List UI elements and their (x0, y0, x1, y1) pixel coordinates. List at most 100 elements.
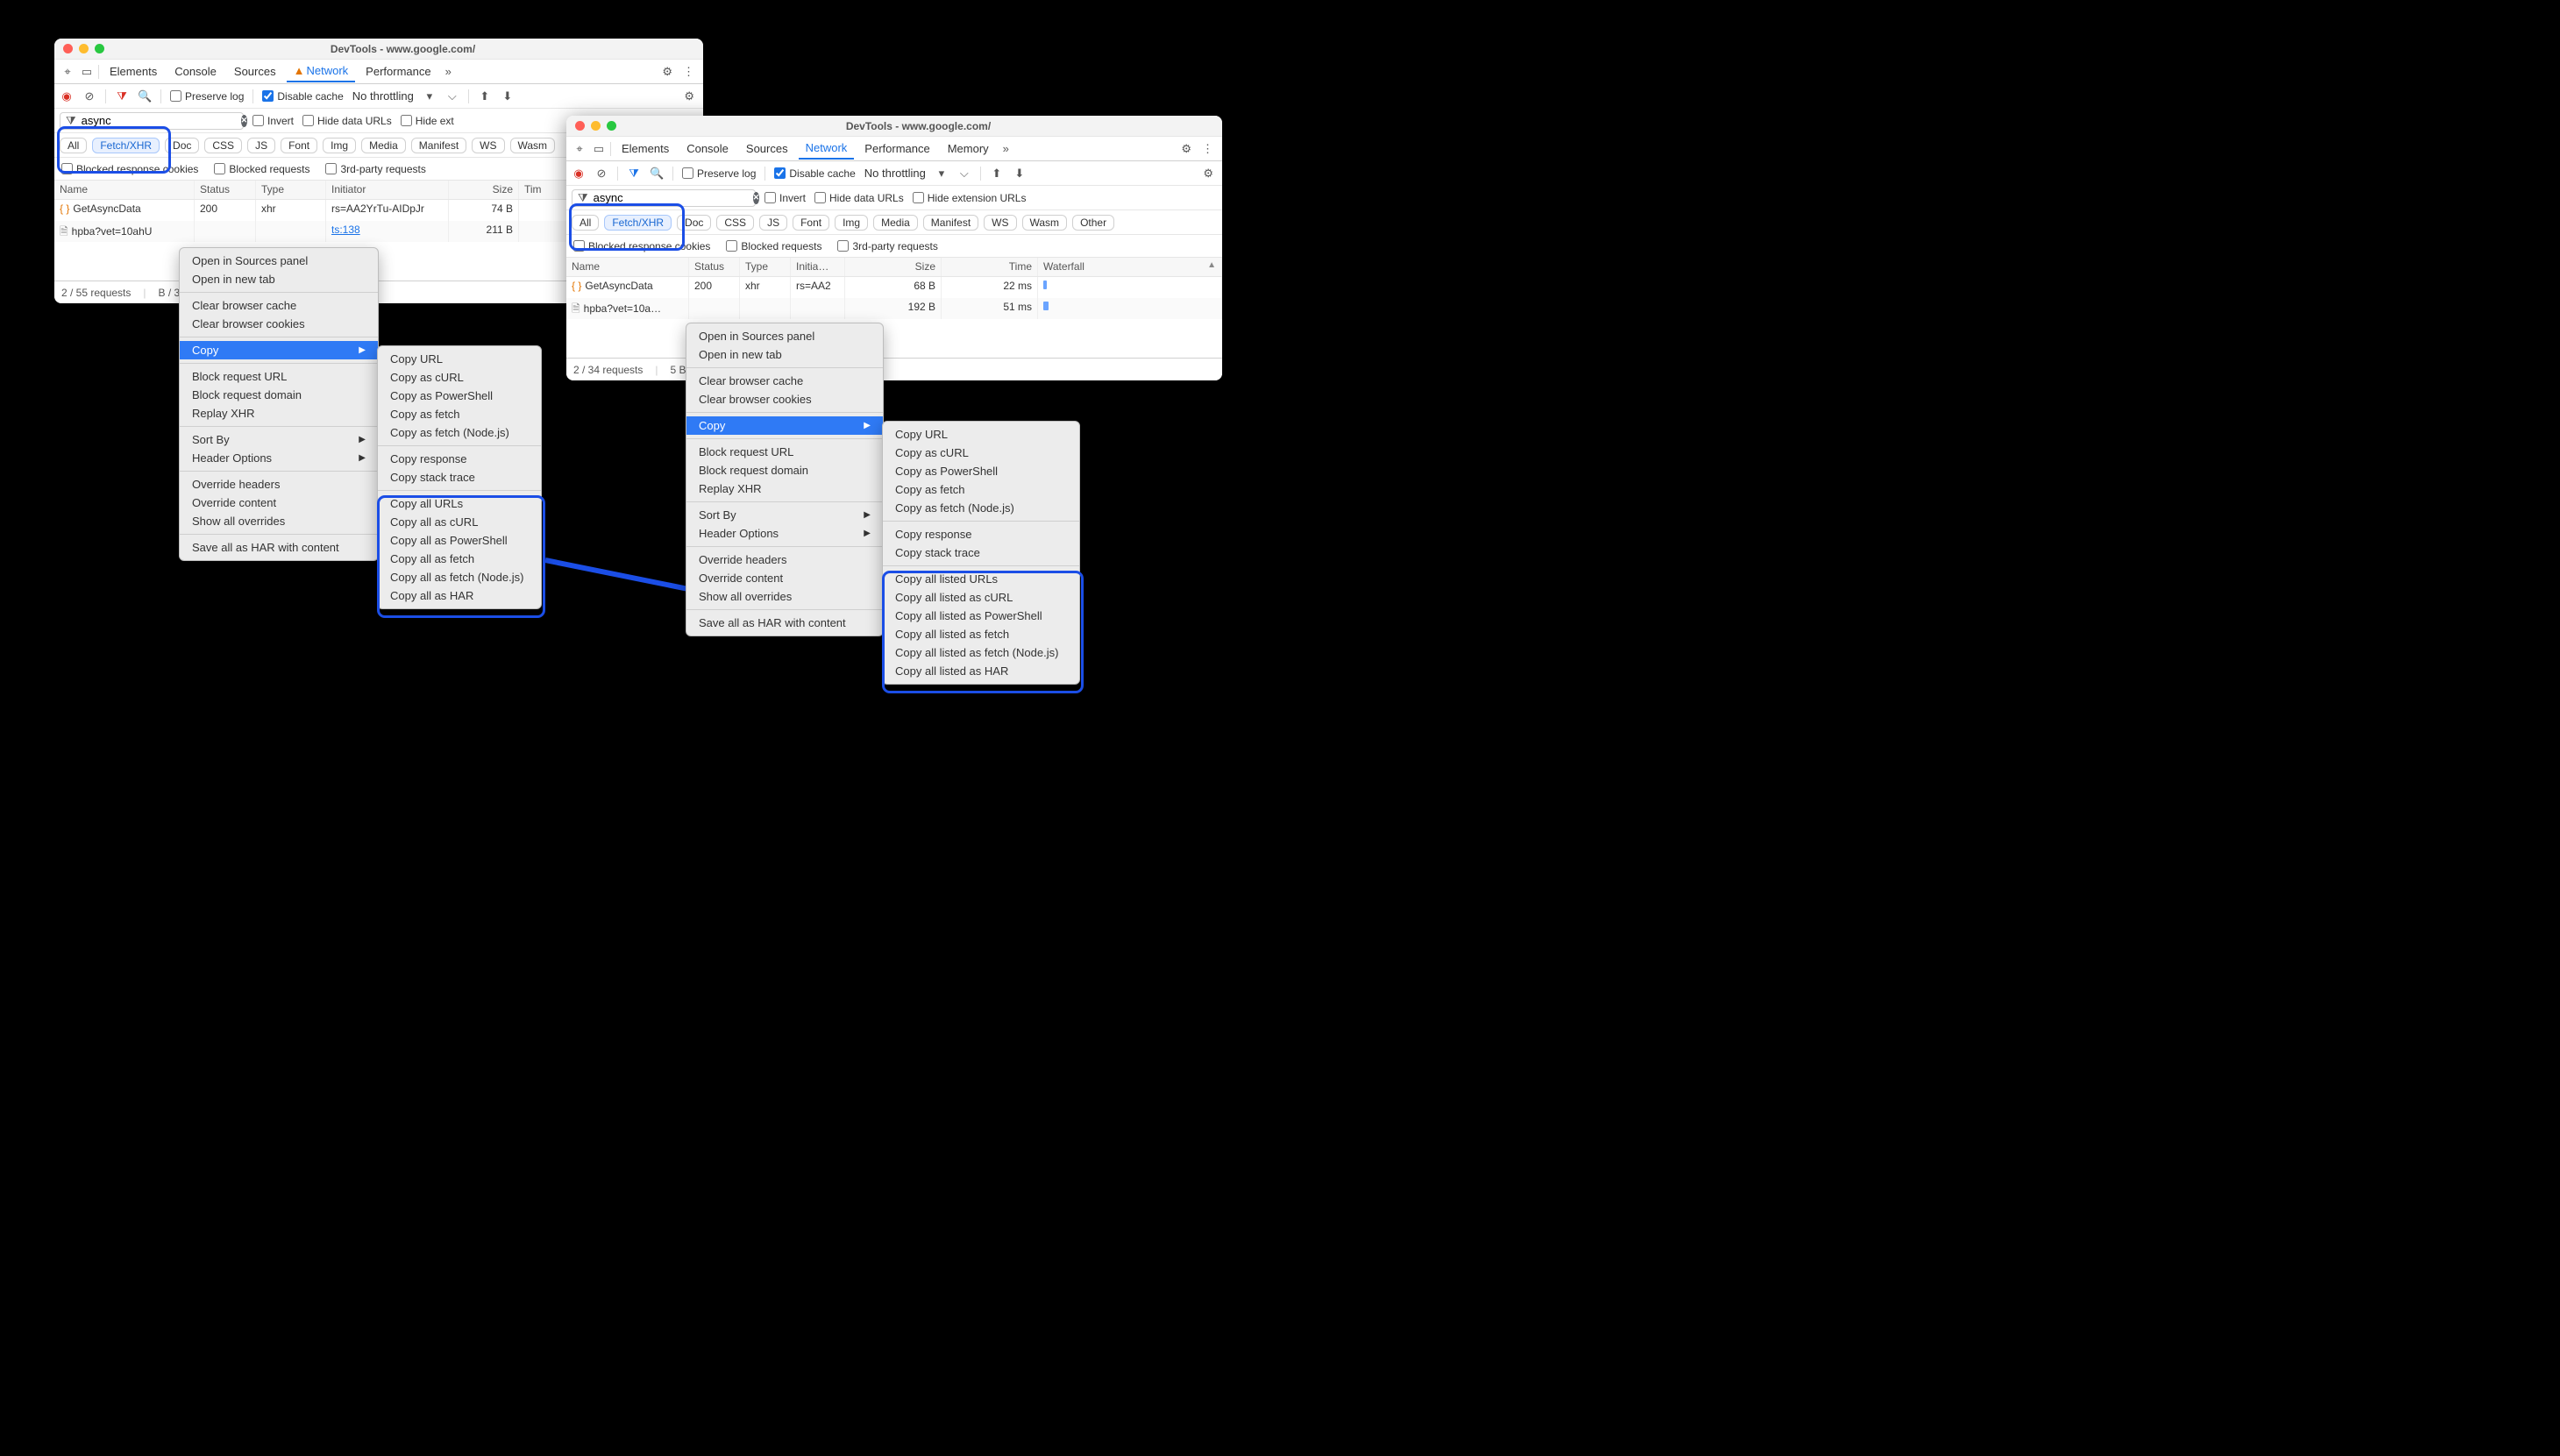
throttling-select[interactable]: No throttling (864, 167, 926, 180)
type-wasm[interactable]: Wasm (510, 138, 556, 153)
ctx-copy[interactable]: Copy▶ (686, 416, 883, 435)
copy-all-listed-fetch[interactable]: Copy all listed as fetch (883, 625, 1079, 643)
ctx-replay-xhr[interactable]: Replay XHR (686, 479, 883, 498)
tab-elements[interactable]: Elements (103, 61, 164, 82)
type-doc[interactable]: Doc (165, 138, 199, 153)
download-icon[interactable]: ⬇ (1013, 167, 1027, 181)
ctx-override-content[interactable]: Override content (686, 569, 883, 587)
copy-curl[interactable]: Copy as cURL (883, 444, 1079, 462)
type-font[interactable]: Font (793, 215, 829, 231)
type-img[interactable]: Img (323, 138, 356, 153)
third-party-checkbox[interactable]: 3rd-party requests (837, 240, 937, 252)
ctx-copy[interactable]: Copy▶ (180, 341, 378, 359)
type-css[interactable]: CSS (716, 215, 754, 231)
ctx-clear-cache[interactable]: Clear browser cache (180, 296, 378, 315)
type-media[interactable]: Media (873, 215, 918, 231)
ctx-save-all-har[interactable]: Save all as HAR with content (686, 614, 883, 632)
copy-fetch[interactable]: Copy as fetch (378, 405, 541, 423)
throttling-caret-icon[interactable]: ▾ (423, 89, 437, 103)
type-css[interactable]: CSS (204, 138, 242, 153)
record-icon[interactable]: ◉ (572, 167, 586, 181)
type-ws[interactable]: WS (472, 138, 504, 153)
record-icon[interactable]: ◉ (60, 89, 74, 103)
filter-icon[interactable]: ⧩ (627, 167, 641, 181)
copy-response[interactable]: Copy response (378, 450, 541, 468)
ctx-override-content[interactable]: Override content (180, 494, 378, 512)
type-manifest[interactable]: Manifest (923, 215, 978, 231)
invert-checkbox[interactable]: Invert (252, 115, 294, 127)
col-status[interactable]: Status (689, 258, 740, 276)
disable-cache-checkbox[interactable]: Disable cache (262, 90, 343, 103)
type-js[interactable]: JS (247, 138, 275, 153)
clear-filter-icon[interactable]: ✕ (753, 192, 760, 204)
kebab-icon[interactable]: ⋮ (679, 65, 698, 79)
zoom-icon[interactable] (607, 121, 616, 131)
ctx-block-url[interactable]: Block request URL (686, 443, 883, 461)
download-icon[interactable]: ⬇ (501, 89, 515, 103)
copy-url[interactable]: Copy URL (378, 350, 541, 368)
wifi-icon[interactable]: ⌵ (445, 89, 459, 103)
col-type[interactable]: Type (740, 258, 791, 276)
copy-all-listed-har[interactable]: Copy all listed as HAR (883, 662, 1079, 680)
type-ws[interactable]: WS (984, 215, 1016, 231)
tabs-overflow-icon[interactable]: » (442, 65, 455, 78)
tab-console[interactable]: Console (167, 61, 224, 82)
ctx-sort-by[interactable]: Sort By▶ (180, 430, 378, 449)
table-row[interactable]: 🗎hpba?vet=10a… 192 B 51 ms (566, 298, 1222, 319)
type-media[interactable]: Media (361, 138, 406, 153)
type-wasm[interactable]: Wasm (1022, 215, 1068, 231)
ctx-override-headers[interactable]: Override headers (180, 475, 378, 494)
filter-icon[interactable]: ⧩ (115, 89, 129, 103)
table-row[interactable]: { }GetAsyncData 200 xhr rs=AA2 68 B 22 m… (566, 277, 1222, 298)
inspect-icon[interactable]: ⌖ (572, 142, 587, 156)
ctx-clear-cache[interactable]: Clear browser cache (686, 372, 883, 390)
tab-memory[interactable]: Memory (941, 138, 996, 159)
filter-input[interactable] (82, 114, 236, 127)
device-icon[interactable]: ▭ (79, 65, 95, 79)
type-all[interactable]: All (572, 215, 599, 231)
gear-icon[interactable]: ⚙ (1177, 142, 1195, 156)
copy-all-listed-urls[interactable]: Copy all listed URLs (883, 570, 1079, 588)
hide-data-urls-checkbox[interactable]: Hide data URLs (302, 115, 392, 127)
close-icon[interactable] (575, 121, 585, 131)
ctx-header-options[interactable]: Header Options▶ (180, 449, 378, 467)
close-icon[interactable] (63, 44, 73, 53)
copy-url[interactable]: Copy URL (883, 425, 1079, 444)
invert-checkbox[interactable]: Invert (764, 192, 806, 204)
upload-icon[interactable]: ⬆ (990, 167, 1004, 181)
ctx-header-options[interactable]: Header Options▶ (686, 524, 883, 543)
throttling-select[interactable]: No throttling (352, 89, 414, 103)
tab-elements[interactable]: Elements (615, 138, 676, 159)
kebab-icon[interactable]: ⋮ (1198, 142, 1217, 156)
ctx-show-overrides[interactable]: Show all overrides (180, 512, 378, 530)
col-size[interactable]: Size (449, 181, 519, 199)
tab-network[interactable]: Network (799, 138, 855, 160)
clear-icon[interactable]: ⊘ (82, 89, 96, 103)
network-settings-icon[interactable]: ⚙ (1199, 167, 1217, 181)
type-img[interactable]: Img (835, 215, 868, 231)
copy-curl[interactable]: Copy as cURL (378, 368, 541, 387)
throttling-caret-icon[interactable]: ▾ (935, 167, 949, 181)
hide-ext-urls-checkbox[interactable]: Hide extension URLs (913, 192, 1027, 204)
copy-powershell[interactable]: Copy as PowerShell (378, 387, 541, 405)
type-other[interactable]: Other (1072, 215, 1114, 231)
minimize-icon[interactable] (79, 44, 89, 53)
copy-all-curl[interactable]: Copy all as cURL (378, 513, 541, 531)
tab-console[interactable]: Console (679, 138, 736, 159)
ctx-replay-xhr[interactable]: Replay XHR (180, 404, 378, 423)
copy-powershell[interactable]: Copy as PowerShell (883, 462, 1079, 480)
tab-network[interactable]: ▲Network (287, 60, 356, 82)
copy-all-fetch[interactable]: Copy all as fetch (378, 550, 541, 568)
copy-all-listed-powershell[interactable]: Copy all listed as PowerShell (883, 607, 1079, 625)
type-doc[interactable]: Doc (677, 215, 711, 231)
zoom-icon[interactable] (95, 44, 104, 53)
blocked-requests-checkbox[interactable]: Blocked requests (726, 240, 821, 252)
tab-performance[interactable]: Performance (857, 138, 936, 159)
hide-data-urls-checkbox[interactable]: Hide data URLs (814, 192, 904, 204)
ctx-open-sources[interactable]: Open in Sources panel (180, 252, 378, 270)
hide-ext-urls-checkbox[interactable]: Hide ext (401, 115, 454, 127)
blocked-requests-checkbox[interactable]: Blocked requests (214, 163, 309, 175)
col-type[interactable]: Type (256, 181, 326, 199)
search-icon[interactable]: 🔍 (138, 89, 152, 103)
copy-fetch-node[interactable]: Copy as fetch (Node.js) (378, 423, 541, 442)
